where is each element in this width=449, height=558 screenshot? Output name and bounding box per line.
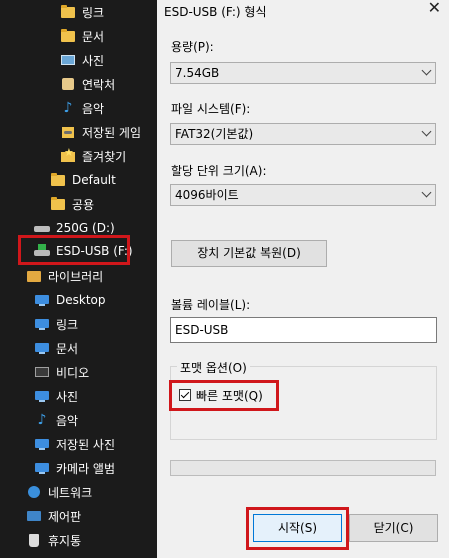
library-folder-icon xyxy=(34,389,50,403)
volume-label-input[interactable]: ESD-USB xyxy=(170,317,437,343)
navigation-pane: 링크 문서 사진 연락처 ♪ 음악 저장된 게임 즐겨찾기 Default 공용… xyxy=(0,0,157,558)
filesystem-select[interactable]: FAT32(기본값) xyxy=(170,123,436,145)
format-progress-bar xyxy=(170,460,436,476)
tree-item-label: 링크 xyxy=(56,317,79,332)
tree-item-label: 연락처 xyxy=(82,77,116,92)
music-icon: ♪ xyxy=(63,100,73,116)
volume-label-caption: 볼륨 레이블(L): xyxy=(171,298,251,312)
tree-item-label: 즐겨찾기 xyxy=(82,149,127,164)
filesystem-label: 파일 시스템(F): xyxy=(171,102,251,116)
capacity-select[interactable]: 7.54GB xyxy=(170,62,436,84)
tree-item-label: 저장된 사진 xyxy=(56,437,116,452)
contacts-icon xyxy=(60,77,76,91)
camera-roll-icon xyxy=(34,461,50,475)
pictures-icon xyxy=(60,53,76,67)
format-options-title: 포맷 옵션(O) xyxy=(177,359,250,376)
tree-item-label: 비디오 xyxy=(56,365,90,380)
saved-games-icon xyxy=(60,125,76,139)
chevron-down-icon xyxy=(421,65,432,76)
chevron-down-icon xyxy=(421,187,432,198)
chevron-down-icon xyxy=(421,126,432,137)
usb-drive-highlight xyxy=(18,235,130,265)
tree-item-label: Default xyxy=(72,173,116,187)
volume-label-value: ESD-USB xyxy=(175,323,229,337)
format-dialog: ESD-USB (F:) 형식 ✕ 용량(P): 7.54GB 파일 시스템(F… xyxy=(157,0,449,558)
tree-item-label: 제어판 xyxy=(48,509,82,524)
allocation-select[interactable]: 4096바이트 xyxy=(170,184,436,206)
tree-item-recycle-bin[interactable]: 휴지통 xyxy=(26,528,81,552)
tree-item-label: 라이브러리 xyxy=(48,269,104,284)
tree-item-label: Desktop xyxy=(56,293,106,307)
tree-item-label: 음악 xyxy=(82,101,105,116)
start-button[interactable]: 시작(S) xyxy=(253,514,342,542)
tree-item-default[interactable]: Default xyxy=(50,168,116,192)
tree-item-label: 사진 xyxy=(56,389,79,404)
tree-item-contacts[interactable]: 연락처 xyxy=(60,72,115,96)
tree-item-libraries[interactable]: 라이브러리 xyxy=(26,264,103,288)
tree-item-label: 저장된 게임 xyxy=(82,125,142,140)
tree-item-label: 사진 xyxy=(82,53,105,68)
quick-format-highlight xyxy=(169,380,279,411)
tree-item-label: 공용 xyxy=(72,197,95,212)
close-icon[interactable]: ✕ xyxy=(428,0,441,17)
tree-item-documents[interactable]: 문서 xyxy=(60,24,104,48)
capacity-label: 용량(P): xyxy=(171,40,214,54)
folder-icon xyxy=(60,29,76,43)
library-folder-icon xyxy=(34,341,50,355)
favorites-icon xyxy=(60,146,76,163)
tree-item-music[interactable]: ♪ 음악 xyxy=(60,96,105,120)
tree-item-lib-music[interactable]: ♪ 음악 xyxy=(34,408,79,432)
tree-item-lib-links[interactable]: 링크 xyxy=(34,312,78,336)
folder-icon xyxy=(60,5,76,19)
video-icon xyxy=(34,365,50,379)
network-icon xyxy=(26,485,42,499)
tree-item-label: 문서 xyxy=(56,341,79,356)
tree-item-control-panel[interactable]: 제어판 xyxy=(26,504,81,528)
tree-item-links[interactable]: 링크 xyxy=(60,0,104,24)
allocation-label: 할당 단위 크기(A): xyxy=(171,164,267,178)
folder-icon xyxy=(50,197,66,211)
tree-item-public[interactable]: 공용 xyxy=(50,192,94,216)
recycle-bin-icon xyxy=(26,533,42,547)
tree-item-desktop[interactable]: Desktop xyxy=(34,288,106,312)
tree-item-favorites[interactable]: 즐겨찾기 xyxy=(60,144,126,168)
folder-icon xyxy=(50,173,66,187)
tree-item-label: 휴지통 xyxy=(48,533,82,548)
tree-item-label: 250G (D:) xyxy=(56,221,115,235)
dialog-title: ESD-USB (F:) 형식 xyxy=(164,5,267,19)
drive-icon xyxy=(34,221,50,235)
library-folder-icon xyxy=(34,437,50,451)
tree-item-saved-games[interactable]: 저장된 게임 xyxy=(60,120,141,144)
library-icon xyxy=(26,269,42,283)
tree-item-label: 카메라 앨범 xyxy=(56,461,116,476)
tree-item-lib-documents[interactable]: 문서 xyxy=(34,336,78,360)
tree-item-label: 링크 xyxy=(82,5,105,20)
control-panel-icon xyxy=(26,509,42,523)
allocation-value: 4096바이트 xyxy=(175,188,239,202)
tree-item-label: 문서 xyxy=(82,29,105,44)
music-icon: ♪ xyxy=(37,412,47,428)
tree-item-lib-camera-roll[interactable]: 카메라 앨범 xyxy=(34,456,115,480)
tree-item-lib-saved-pictures[interactable]: 저장된 사진 xyxy=(34,432,115,456)
tree-item-lib-video[interactable]: 비디오 xyxy=(34,360,89,384)
tree-item-lib-pictures[interactable]: 사진 xyxy=(34,384,78,408)
desktop-icon xyxy=(34,293,50,307)
tree-item-label: 네트워크 xyxy=(48,485,93,500)
library-folder-icon xyxy=(34,317,50,331)
filesystem-value: FAT32(기본값) xyxy=(175,127,254,141)
tree-item-label: 음악 xyxy=(56,413,79,428)
capacity-value: 7.54GB xyxy=(175,66,220,80)
close-button[interactable]: 닫기(C) xyxy=(349,514,438,542)
tree-item-network[interactable]: 네트워크 xyxy=(26,480,92,504)
restore-defaults-button[interactable]: 장치 기본값 복원(D) xyxy=(171,240,327,267)
tree-item-pictures[interactable]: 사진 xyxy=(60,48,104,72)
